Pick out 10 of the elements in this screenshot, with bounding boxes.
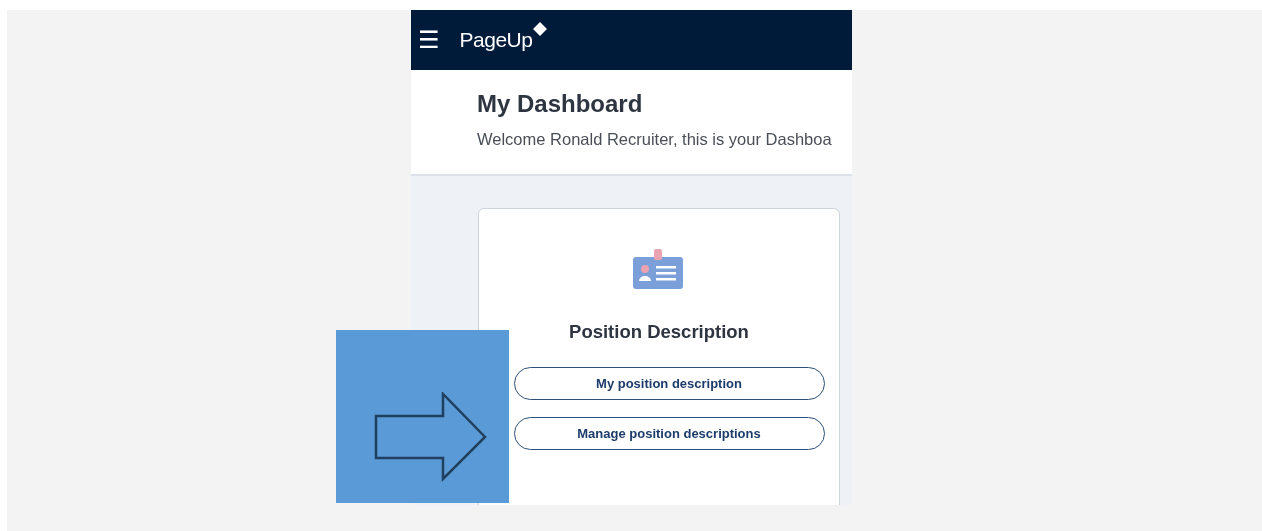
- welcome-text: Welcome Ronald Recruiter, this is your Dashboa: [477, 130, 833, 149]
- link-button[interactable]: My position description: [513, 367, 825, 400]
- card-title: Position Description: [569, 321, 749, 343]
- diamond-icon: [533, 22, 548, 36]
- logo: PageUp: [459, 28, 533, 52]
- id-badge-icon: [633, 249, 685, 291]
- arrow-icon: [374, 392, 488, 482]
- page-title: My Dashboard: [477, 90, 644, 118]
- menu-icon[interactable]: ☰: [418, 28, 440, 52]
- link-button[interactable]: Manage position descriptions: [513, 417, 825, 450]
